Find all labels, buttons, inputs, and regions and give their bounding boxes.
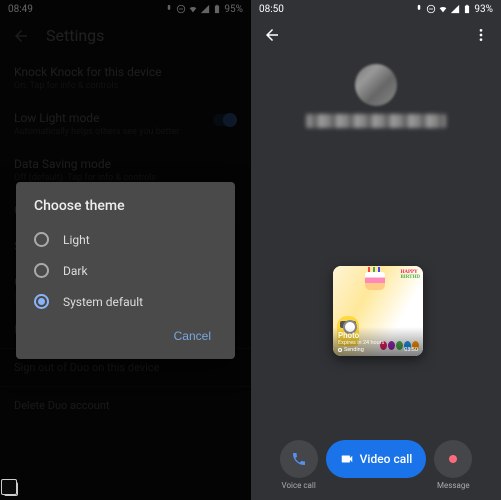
signal-icon [450, 4, 460, 14]
phone-icon [291, 451, 307, 467]
back-arrow-icon[interactable] [263, 26, 281, 44]
radio-label: System default [63, 295, 143, 309]
happy-birthday-text: HAPPY BIRTHD [400, 270, 420, 280]
radio-icon [34, 263, 49, 278]
radio-icon [34, 232, 49, 247]
cancel-button[interactable]: Cancel [166, 323, 219, 349]
contact-info [251, 52, 501, 134]
photo-overlay: Photo Expires in 24 hours Sending 08:50 [333, 327, 423, 356]
record-icon [445, 451, 461, 467]
video-call-button[interactable]: Video call [326, 440, 427, 478]
status-bar-right: 08:50 93% [251, 0, 501, 18]
video-icon [340, 452, 354, 466]
message-action: Message [434, 440, 472, 490]
video-call-label: Video call [360, 452, 413, 466]
status-icons: 93% [414, 4, 493, 15]
contact-header [251, 18, 501, 52]
wifi-icon [438, 4, 448, 14]
photo-type-label: Photo [338, 331, 418, 340]
dialog-title: Choose theme [16, 198, 235, 224]
dnd-icon [426, 4, 436, 14]
radio-label: Dark [63, 264, 88, 278]
theme-option-system-default[interactable]: System default [16, 286, 235, 317]
theme-option-dark[interactable]: Dark [16, 255, 235, 286]
radio-label: Light [63, 233, 90, 247]
contact-name-redacted [306, 114, 446, 128]
overflow-menu-icon[interactable] [473, 27, 489, 43]
message-label: Message [437, 481, 470, 490]
theme-dialog: Choose theme Light Dark System default C… [16, 182, 235, 359]
theme-option-light[interactable]: Light [16, 224, 235, 255]
contact-avatar [355, 64, 397, 106]
contact-screen: 08:50 93% HAPPY BIRTHD [251, 0, 501, 500]
battery-percent: 93% [474, 4, 493, 15]
video-call-action: Video call . [326, 440, 427, 490]
voice-call-action: Voice call [280, 440, 318, 490]
mic-icon [414, 4, 424, 14]
action-row: Voice call Video call . Message [251, 440, 501, 490]
recent-apps-icon[interactable] [4, 482, 18, 496]
photo-sending-status: Sending [338, 347, 364, 353]
radio-icon-selected [34, 294, 49, 309]
photo-timestamp: 08:50 [404, 347, 418, 353]
photo-message-card[interactable]: HAPPY BIRTHD Photo Expires in 24 hours S… [333, 266, 423, 356]
settings-screen: 08:49 95% Settings Knock Knock for this … [0, 0, 251, 500]
cake-graphic [365, 272, 385, 290]
dialog-actions: Cancel [16, 317, 235, 353]
voice-call-label: Voice call [282, 481, 316, 490]
message-button[interactable] [434, 440, 472, 478]
voice-call-button[interactable] [280, 440, 318, 478]
photo-expires-label: Expires in 24 hours [338, 340, 418, 346]
battery-icon [462, 4, 472, 14]
clock-time: 08:50 [259, 4, 284, 15]
